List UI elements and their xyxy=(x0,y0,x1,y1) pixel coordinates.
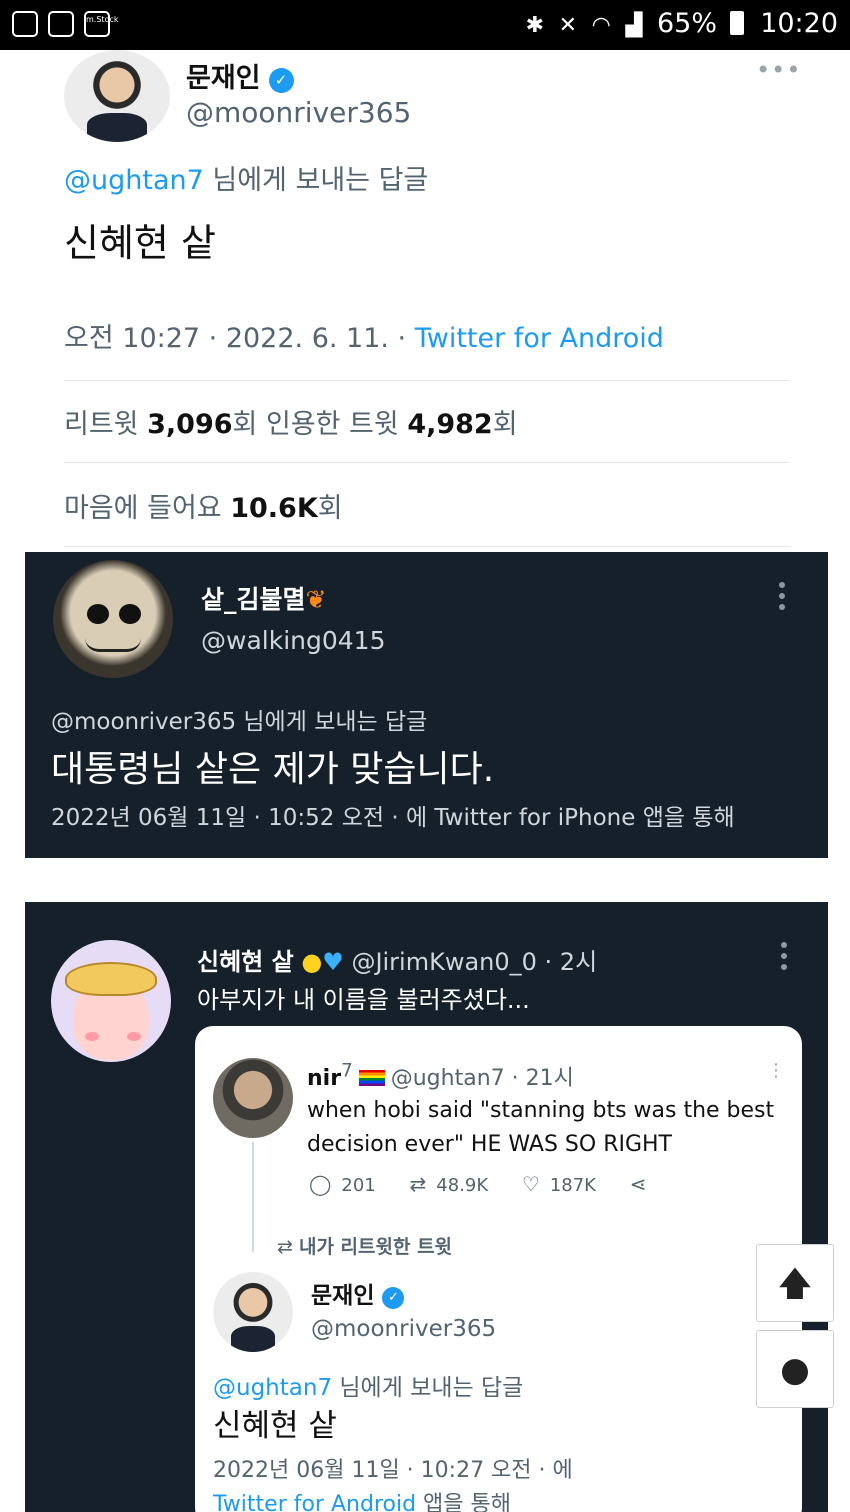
tweet-text: 아부지가 내 이름을 불러주셨다... xyxy=(197,986,530,1014)
author-line[interactable]: 신혜현 샅 ●♥ @JirimKwan0_0 · 2시 xyxy=(197,942,597,977)
wifi-icon: ◠ xyxy=(591,13,611,38)
author-name[interactable]: 샅_김불멸❦ xyxy=(201,580,326,616)
author-name[interactable]: 문재인 ✓ xyxy=(311,1276,405,1310)
verified-icon: ✓ xyxy=(268,68,294,93)
avatar-cheek xyxy=(85,1032,99,1041)
status-indicators: ✱ ✕ ◠ ▟ 65% 10:20 xyxy=(526,8,838,39)
more-icon[interactable] xyxy=(779,582,785,615)
tweet-meta: 2022년 06월 11일 · 10:52 오전 · 에 Twitter for… xyxy=(51,805,735,831)
share-button[interactable]: ⋖ xyxy=(630,1172,657,1196)
verified-icon: ✓ xyxy=(382,1287,405,1309)
avatar-eye xyxy=(119,604,141,624)
heart-icon: ♡ xyxy=(521,1172,540,1196)
divider xyxy=(64,380,790,381)
avatar[interactable] xyxy=(64,50,170,142)
comment-button[interactable]: ● xyxy=(756,1330,834,1408)
tweet-shin: 신혜현 샅 ●♥ @JirimKwan0_0 · 2시 아부지가 내 이름을 불… xyxy=(25,902,828,1512)
divider xyxy=(64,462,790,463)
author-handle[interactable]: @walking0415 xyxy=(201,626,385,655)
reply-button[interactable]: ◯ 201 xyxy=(309,1172,376,1196)
retweet-icon: ⇄ xyxy=(409,1172,427,1196)
avatar-hat xyxy=(65,962,157,996)
mute-icon: ✕ xyxy=(558,13,578,38)
camera-icon xyxy=(12,11,38,37)
tweet-text: 신혜현 샅 xyxy=(64,221,216,265)
retweet-icon: ⇄ xyxy=(277,1236,293,1258)
thread-line xyxy=(252,1142,254,1252)
clock: 10:20 xyxy=(760,8,838,39)
image-icon xyxy=(48,11,74,37)
status-bar: m.Stock ✱ ✕ ◠ ▟ 65% 10:20 xyxy=(0,0,850,50)
avatar[interactable] xyxy=(51,940,171,1062)
retweet-button[interactable]: ⇄ 48.9K xyxy=(409,1172,488,1196)
avatar-eye xyxy=(87,604,109,624)
action-bar: ◯ 201 ⇄ 48.9K ♡ 187K ⋖ xyxy=(309,1172,684,1196)
heart-emoji-icon: ♥ xyxy=(322,948,344,976)
more-icon[interactable]: ••• xyxy=(756,56,801,84)
avatar[interactable] xyxy=(53,560,173,678)
bluetooth-icon: ✱ xyxy=(525,13,545,38)
avatar-mouth xyxy=(85,638,141,652)
like-stats[interactable]: 마음에 들어요 10.6K회 xyxy=(64,486,343,525)
rainbow-flag-icon xyxy=(358,1070,385,1086)
author-line[interactable]: nir7 @ughtan7 · 21시 xyxy=(307,1060,574,1092)
retweet-stats[interactable]: 리트윗 3,096회 인용한 트윗 4,982회 xyxy=(64,402,518,441)
chat-icon: ● xyxy=(780,1350,810,1390)
avatar[interactable] xyxy=(213,1272,293,1352)
tweet-kim: 샅_김불멸❦ @walking0415 @moonriver365 님에게 보내… xyxy=(25,552,828,858)
author-handle[interactable]: @moonriver365 xyxy=(186,96,411,129)
source-link[interactable]: Twitter for Android xyxy=(415,323,664,354)
sun-icon: ● xyxy=(301,948,323,976)
divider xyxy=(64,546,790,547)
tweet-text: when hobi said "stanning bts was the bes… xyxy=(307,1098,775,1157)
battery-percent: 65% xyxy=(656,8,717,39)
like-button[interactable]: ♡ 187K xyxy=(522,1172,596,1196)
battery-icon xyxy=(729,11,744,35)
tweet-meta: 오전 10:27 · 2022. 6. 11. · Twitter for An… xyxy=(64,323,664,354)
tweet-moon: 문재인 ✓ @moonriver365 ••• @ughtan7 님에게 보내는 … xyxy=(0,50,850,550)
author-handle[interactable]: @moonriver365 xyxy=(311,1316,496,1342)
share-icon: ⋖ xyxy=(629,1172,647,1196)
stock-app-icon: m.Stock xyxy=(84,11,118,37)
author-name[interactable]: 문재인 ✓ xyxy=(186,56,294,95)
reply-to: @moonriver365 님에게 보내는 답글 xyxy=(51,709,428,735)
retweet-label: ⇄ 내가 리트윗한 트윗 xyxy=(277,1236,453,1258)
arrow-up-icon: 🡅 xyxy=(777,1264,813,1304)
more-icon[interactable]: ⋮ xyxy=(767,1060,785,1081)
reply-to: @ughtan7 님에게 보내는 답글 xyxy=(213,1375,524,1401)
tweet-text: 대통령님 샅은 제가 맞습니다. xyxy=(51,749,495,790)
signal-icon: ▟ xyxy=(625,13,643,38)
tweet-meta: 2022년 06월 11일 · 10:27 오전 · 에 Twitter for … xyxy=(213,1458,573,1512)
avatar[interactable] xyxy=(213,1058,293,1138)
reply-icon: ◯ xyxy=(309,1172,332,1196)
avatar-cheek xyxy=(127,1032,141,1041)
more-icon[interactable] xyxy=(781,942,787,975)
butterfly-icon: ❦ xyxy=(305,585,327,614)
quoted-screenshot[interactable]: nir7 @ughtan7 · 21시 ⋮ when hobi said "sta… xyxy=(195,1026,802,1512)
scroll-top-button[interactable]: 🡅 xyxy=(756,1244,834,1322)
reply-to: @ughtan7 님에게 보내는 답글 xyxy=(64,165,429,196)
mention-link[interactable]: @ughtan7 xyxy=(64,165,204,196)
tweet-text: 신혜현 샅 xyxy=(213,1408,337,1444)
